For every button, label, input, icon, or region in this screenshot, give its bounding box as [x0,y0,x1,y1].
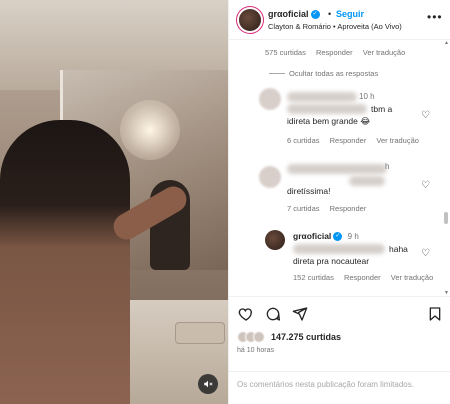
comment-text: haha [389,244,408,254]
comment-like-heart-icon[interactable]: ♡ [421,110,430,121]
send-icon [292,307,308,321]
comment-text: direta pra nocautear [293,256,370,266]
comment-like-heart-icon[interactable]: ♡ [421,180,430,191]
scroll-up-icon[interactable]: ▲ [444,40,449,46]
comment-meta: 7 curtidas Responder [287,204,374,213]
bookmark-icon [429,307,441,321]
comment-text-redacted [349,176,385,186]
comments-scrollbar[interactable]: ▲ ▼ [444,40,449,296]
comments-limited-notice: Os comentários nesta publicação foram li… [229,371,450,389]
comment-reply[interactable]: Responder [330,204,367,213]
comment-timestamp: 9 h [347,232,359,241]
likes-summary[interactable]: 147.275 curtidas [237,331,341,343]
comment-reply[interactable]: Responder [330,136,367,145]
comment-text: diretíssima! [287,186,331,196]
comment-likes[interactable]: 6 curtidas [287,136,320,145]
post-actions: 147.275 curtidas há 10 horas Os comentár… [229,296,450,404]
mute-icon [204,380,213,388]
heart-icon [238,308,252,321]
prev-comment-translate[interactable]: Ver tradução [363,48,406,57]
header-separator: • [328,9,332,19]
comments-list[interactable]: 575 curtidas Responder Ver tradução Ocul… [229,40,450,296]
comment-text-redacted [287,104,367,114]
comment-username-redacted [287,92,357,102]
post-header: grαoficial ✓ • Seguir Clayton & Romário •… [229,0,450,40]
author-username[interactable]: grαoficial ✓ [268,9,320,20]
more-options-icon[interactable]: ••• [427,10,443,24]
comment-button[interactable] [264,305,282,323]
post-media[interactable] [0,0,228,404]
share-button[interactable] [291,305,309,323]
comment-meta: 6 curtidas Responder Ver tradução [287,136,427,145]
comment-author-line: grαoficial ✓ 9 h [293,230,359,243]
scrollbar-thumb[interactable] [444,212,448,224]
likes-count[interactable]: 147.275 curtidas [271,332,341,342]
comment-avatar[interactable] [259,88,281,110]
comment-translate[interactable]: Ver tradução [376,136,419,145]
comment-like-heart-icon[interactable]: ♡ [421,248,430,259]
comment-text-redacted [293,244,385,254]
prev-comment-reply[interactable]: Responder [316,48,353,57]
comment-reply[interactable]: Responder [344,273,381,282]
comment-text: tbm a [371,104,393,114]
follow-button[interactable]: Seguir [336,9,364,19]
post-side-panel: grαoficial ✓ • Seguir Clayton & Romário •… [228,0,450,404]
comment-likes[interactable]: 152 curtidas [293,273,334,282]
comment-translate[interactable]: Ver tradução [391,273,434,282]
comment-text: idireta bem grande 😂 [287,116,371,126]
comment-avatar[interactable] [259,166,281,188]
like-button[interactable] [237,305,255,323]
hide-replies-button[interactable]: Ocultar todas as respostas [289,69,378,78]
comment-timestamp: 10 h [359,92,375,101]
verified-badge-icon: ✓ [333,232,343,242]
verified-badge-icon: ✓ [310,10,320,20]
post-time[interactable]: há 10 horas [237,347,274,354]
author-avatar[interactable] [239,9,261,31]
prev-comment-meta: 575 curtidas Responder Ver tradução [265,48,413,57]
comment-username[interactable]: grαoficial [293,231,331,241]
comment-bubble-icon [266,307,280,321]
mute-button[interactable] [198,374,218,394]
hide-replies-line [269,73,285,74]
prev-comment-likes[interactable]: 575 curtidas [265,48,306,57]
comment-avatar[interactable] [265,230,285,250]
comment-timestamp: h [385,162,390,171]
audio-track-link[interactable]: Clayton & Romário • Aproveita (Ao Vivo) [268,22,402,31]
media-light [120,100,180,160]
comment-likes[interactable]: 7 curtidas [287,204,320,213]
comment-username-redacted [287,164,387,174]
media-sink [175,322,225,344]
comment-meta: 152 curtidas Responder Ver tradução [293,273,441,282]
media-person [0,120,130,404]
save-button[interactable] [426,305,444,323]
liker-avatar [253,331,265,343]
